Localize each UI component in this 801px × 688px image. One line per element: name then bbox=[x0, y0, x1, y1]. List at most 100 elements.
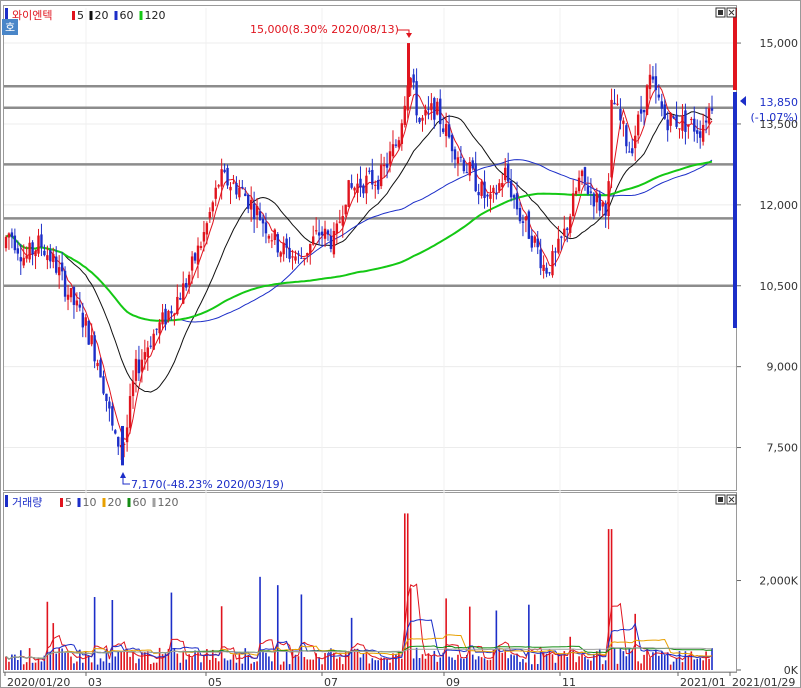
volume-bar bbox=[702, 660, 704, 670]
candle-body bbox=[57, 267, 61, 276]
candle-body bbox=[698, 131, 702, 138]
candle-body bbox=[471, 160, 474, 169]
volume-bar bbox=[578, 656, 580, 670]
candle-body bbox=[474, 163, 477, 192]
volume-bar bbox=[604, 660, 607, 670]
volume-bar bbox=[433, 650, 436, 670]
volume-bar bbox=[539, 650, 542, 670]
price-tick-label: 10,500 bbox=[760, 280, 799, 293]
volume-bar bbox=[114, 656, 117, 670]
volume-bar bbox=[643, 654, 645, 670]
candle-body bbox=[279, 252, 282, 257]
volume-bar bbox=[203, 654, 205, 670]
candle-body bbox=[574, 190, 578, 195]
date-tick-label: 11 bbox=[562, 676, 576, 688]
volume-bar bbox=[158, 647, 161, 670]
volume-bar bbox=[300, 594, 303, 670]
volume-bar bbox=[401, 658, 403, 670]
candle-body bbox=[111, 406, 114, 426]
candle-body bbox=[616, 103, 619, 105]
volume-bar bbox=[495, 610, 498, 670]
candle-body bbox=[37, 235, 40, 254]
volume-legend-label: 120 bbox=[158, 496, 179, 509]
candle-body bbox=[190, 256, 194, 271]
volume-bar bbox=[200, 662, 202, 670]
volume-bar bbox=[613, 648, 616, 670]
candle-body bbox=[586, 186, 590, 195]
volume-bar bbox=[436, 661, 439, 670]
volume-bar bbox=[87, 656, 90, 670]
volume-bar bbox=[241, 663, 244, 670]
price-range-down-strip bbox=[733, 92, 737, 328]
volume-bar bbox=[492, 649, 495, 670]
volume-bar bbox=[102, 661, 105, 670]
candle-body bbox=[465, 172, 469, 174]
volume-bar bbox=[25, 662, 28, 670]
legend-marker-icon bbox=[5, 8, 8, 20]
high-annotation: 15,000(8.30% 2020/08/13) bbox=[250, 23, 399, 36]
volume-bar bbox=[625, 656, 628, 670]
volume-bar bbox=[321, 664, 323, 670]
candle-body bbox=[394, 144, 398, 146]
volume-bar bbox=[179, 662, 182, 670]
candle-body bbox=[294, 256, 297, 261]
candle-body bbox=[214, 187, 217, 199]
volume-bar bbox=[389, 662, 391, 670]
volume-bar bbox=[194, 650, 196, 670]
candle-body bbox=[223, 169, 226, 173]
candle-body bbox=[128, 396, 132, 428]
candle-body bbox=[202, 232, 206, 242]
date-tick-label: 2020/01/20 bbox=[7, 676, 70, 688]
candle-body bbox=[143, 352, 147, 360]
candle-body bbox=[622, 120, 625, 124]
volume-legend-swatch bbox=[60, 498, 63, 507]
candle-body bbox=[252, 203, 256, 219]
ma-legend-swatch bbox=[89, 11, 93, 20]
candle-body bbox=[28, 242, 31, 260]
volume-bar bbox=[170, 592, 173, 670]
volume-bar bbox=[126, 649, 128, 670]
volume-bar bbox=[70, 656, 72, 670]
candle-body bbox=[489, 194, 492, 199]
volume-bar bbox=[531, 664, 533, 670]
candle-body bbox=[577, 177, 581, 192]
candle-body bbox=[285, 238, 288, 248]
volume-bar bbox=[663, 655, 666, 670]
candle-body bbox=[666, 119, 669, 131]
volume-bar bbox=[312, 659, 315, 670]
candle-body bbox=[249, 199, 253, 210]
volume-bar bbox=[209, 659, 211, 670]
volume-bar bbox=[474, 659, 477, 670]
volume-bar bbox=[288, 664, 291, 670]
candle-body bbox=[403, 105, 406, 125]
volume-legend-label: 10 bbox=[83, 496, 97, 509]
candle-body bbox=[427, 108, 430, 110]
candle-body bbox=[619, 109, 622, 121]
volume-bar bbox=[460, 658, 462, 670]
volume-bar bbox=[262, 651, 264, 670]
volume-bar bbox=[601, 664, 604, 670]
candle-body bbox=[158, 322, 161, 334]
volume-bar bbox=[708, 658, 710, 670]
volume-bar bbox=[693, 659, 696, 670]
candle-body bbox=[365, 175, 368, 194]
candle-body bbox=[628, 151, 631, 153]
candle-body bbox=[462, 159, 466, 172]
candle-body bbox=[504, 167, 507, 181]
volume-bar bbox=[409, 588, 412, 670]
volume-bar bbox=[489, 659, 492, 670]
volume-bar bbox=[67, 652, 69, 670]
candle-body bbox=[93, 335, 96, 362]
volume-bar bbox=[297, 656, 300, 670]
candle-body bbox=[651, 76, 655, 80]
candle-body bbox=[439, 98, 442, 125]
candle-body bbox=[672, 116, 675, 119]
volume-bar bbox=[82, 662, 84, 670]
candle-body bbox=[338, 221, 341, 223]
candle-body bbox=[533, 236, 536, 243]
volume-bar bbox=[211, 649, 214, 670]
candle-body bbox=[220, 169, 223, 187]
candle-body bbox=[675, 114, 678, 127]
candle-body bbox=[208, 212, 212, 219]
volume-bar bbox=[584, 657, 586, 670]
